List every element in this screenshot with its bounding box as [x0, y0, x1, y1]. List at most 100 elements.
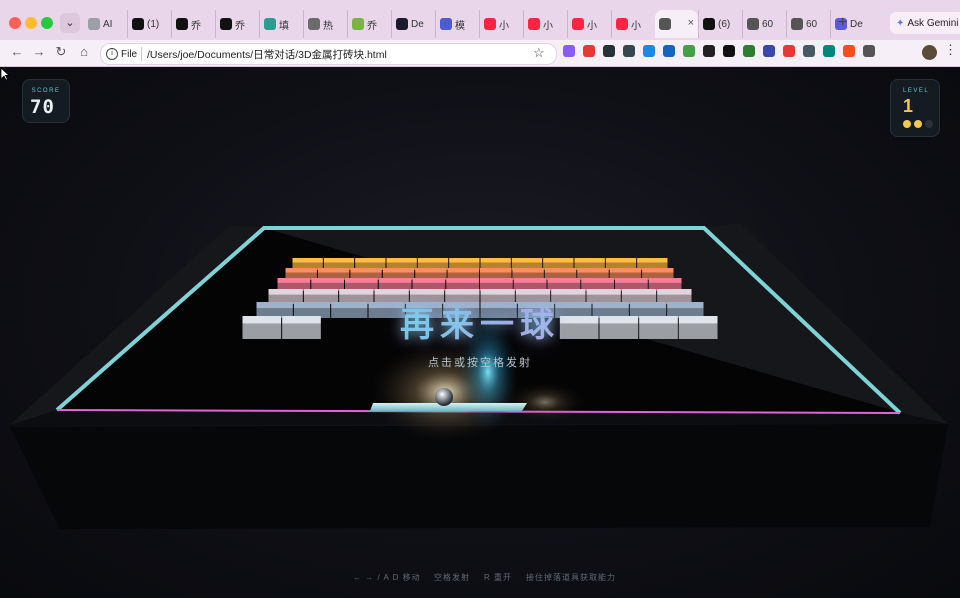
- circle-dark-icon[interactable]: [703, 45, 715, 57]
- tab-label: De: [850, 18, 863, 30]
- brick: [547, 278, 581, 283]
- browser-tab[interactable]: (1): [127, 10, 171, 38]
- overlay-subtitle: 点击或按空格发射: [428, 357, 532, 369]
- brick: [449, 258, 480, 263]
- globe-icon: [308, 18, 320, 30]
- browser-tab[interactable]: 60: [742, 10, 786, 38]
- scissors-icon[interactable]: [643, 45, 655, 57]
- brick: [345, 278, 378, 283]
- brick: [339, 289, 374, 295]
- brick: [480, 278, 513, 283]
- brick: [543, 258, 574, 263]
- divider: [141, 47, 142, 61]
- bookmark-star-icon[interactable]: ☆: [533, 45, 545, 61]
- ask-gemini-button[interactable]: ✦ Ask Gemini: [890, 12, 960, 34]
- forward-icon[interactable]: →: [30, 44, 48, 59]
- game-canvas[interactable]: SCORE 70 LEVEL 1 再来一球 点击或按空格发射 ← → / A D…: [0, 67, 960, 598]
- brick: [282, 316, 321, 324]
- shield-blue-icon[interactable]: [763, 45, 775, 57]
- browser-tab[interactable]: 乔: [347, 10, 391, 38]
- tab-label: 小: [587, 20, 597, 32]
- hint-launch: 空格发射: [434, 573, 470, 582]
- brick: [513, 278, 547, 283]
- brick: [317, 268, 350, 273]
- level-panel: LEVEL 1: [890, 79, 940, 137]
- address-bar[interactable]: i File /Users/joe/Documents/日常对话/3D金属打砖块…: [100, 43, 557, 65]
- openai-icon: [176, 18, 188, 30]
- new-tab-button[interactable]: +: [838, 14, 847, 32]
- site-info-chip[interactable]: i File: [106, 47, 137, 61]
- browser-tab[interactable]: ×: [655, 10, 698, 38]
- brick: [374, 289, 409, 295]
- camera-icon[interactable]: [623, 45, 635, 57]
- browser-tab[interactable]: 模: [435, 10, 479, 38]
- new-badge-icon[interactable]: [663, 45, 675, 57]
- red-circle-icon[interactable]: [583, 45, 595, 57]
- brick-face: [599, 323, 639, 339]
- tab-strip: AI (1) 乔 乔 填 热 乔 De 模 小 小 小 小 × (6) 60 60 De: [84, 10, 874, 38]
- brick: [293, 302, 331, 309]
- close-tab-icon[interactable]: ×: [688, 17, 694, 29]
- browser-tab[interactable]: De: [830, 10, 874, 38]
- brick: [256, 302, 293, 309]
- red-square-icon[interactable]: [783, 45, 795, 57]
- home-icon[interactable]: ⌂: [75, 44, 93, 59]
- tab-label: (1): [147, 18, 160, 30]
- arrow-dark-icon[interactable]: [603, 45, 615, 57]
- life-dot: [903, 120, 911, 128]
- bird-icon: [264, 18, 276, 30]
- browser-tab[interactable]: (6): [698, 10, 742, 38]
- browser-tab[interactable]: 小: [479, 10, 523, 38]
- browser-tab[interactable]: 60: [786, 10, 830, 38]
- app-icon: [352, 18, 364, 30]
- green-round-icon[interactable]: [683, 45, 695, 57]
- redbook-icon: [616, 18, 628, 30]
- tab-label: De: [411, 18, 424, 30]
- fullscreen-window-button[interactable]: [41, 17, 53, 29]
- browser-tab[interactable]: 乔: [215, 10, 259, 38]
- triangle-green-icon[interactable]: [743, 45, 755, 57]
- brick: [292, 258, 323, 263]
- minimize-window-button[interactable]: [25, 17, 37, 29]
- browser-tab[interactable]: AI: [84, 10, 127, 38]
- puzzle-purple-icon[interactable]: [563, 45, 575, 57]
- figma-icon[interactable]: [843, 45, 855, 57]
- more-menu-icon[interactable]: ⋮: [944, 42, 957, 58]
- mouse-cursor-icon: [0, 67, 10, 81]
- brick: [242, 316, 282, 324]
- redbook-icon: [572, 18, 584, 30]
- browser-tab[interactable]: 填: [259, 10, 303, 38]
- browser-tab[interactable]: 小: [611, 10, 655, 38]
- brick: [445, 289, 480, 295]
- back-icon[interactable]: ←: [8, 44, 26, 59]
- x-icon: [132, 18, 144, 30]
- profile-avatar[interactable]: [922, 45, 937, 60]
- brick: [331, 302, 368, 309]
- brick: [577, 268, 609, 273]
- deepseek-icon: [440, 18, 452, 30]
- close-window-button[interactable]: [9, 17, 21, 29]
- openai-ext-icon[interactable]: [723, 45, 735, 57]
- browser-tab[interactable]: De: [391, 10, 435, 38]
- brick-face: [639, 323, 678, 339]
- brick: [446, 278, 479, 283]
- doc-icon: [88, 18, 100, 30]
- brick-face: [331, 308, 368, 318]
- browser-tab[interactable]: 乔: [171, 10, 215, 38]
- extensions-icon[interactable]: [863, 45, 875, 57]
- url-text[interactable]: /Users/joe/Documents/日常对话/3D金属打砖块.html: [147, 47, 387, 62]
- ask-gemini-label: Ask Gemini: [907, 17, 959, 29]
- tab-label: 60: [762, 18, 774, 30]
- browser-tab[interactable]: 小: [567, 10, 611, 38]
- bookmark-icon[interactable]: [803, 45, 815, 57]
- brick: [586, 289, 621, 295]
- browser-tab[interactable]: 小: [523, 10, 567, 38]
- reload-icon[interactable]: ↻: [52, 44, 70, 60]
- tab-label: 小: [631, 20, 641, 32]
- m-teal-icon[interactable]: [823, 45, 835, 57]
- browser-tab[interactable]: 热: [303, 10, 347, 38]
- brick: [544, 268, 577, 273]
- brick: [382, 268, 415, 273]
- chevron-down-icon[interactable]: ⌄: [60, 13, 80, 33]
- brick: [285, 268, 317, 273]
